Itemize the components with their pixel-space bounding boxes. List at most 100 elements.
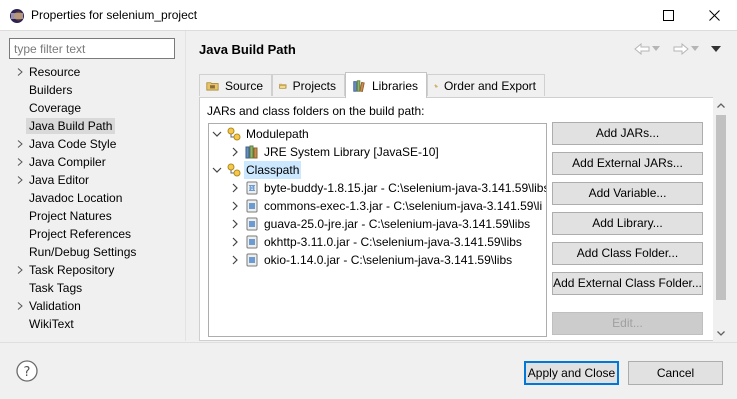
forward-button[interactable]: [673, 41, 689, 57]
filter-input[interactable]: [9, 38, 175, 59]
apply-and-close-button[interactable]: Apply and Close: [524, 361, 619, 385]
tree-node-label: okhttp-3.11.0.jar - C:\selenium-java-3.1…: [264, 235, 522, 249]
jar-icon: [246, 217, 258, 231]
chevron-right-icon[interactable]: [17, 140, 23, 148]
tree-node-label: JRE System Library [JavaSE-10]: [264, 145, 439, 159]
jar-icon: [246, 253, 258, 267]
tree-node-classpath[interactable]: Classpath: [212, 161, 302, 179]
tab-libraries[interactable]: Libraries: [345, 72, 427, 98]
nav-item-task-repository[interactable]: Task Repository: [9, 261, 185, 279]
tree-node-jar[interactable]: okhttp-3.11.0.jar - C:\selenium-java-3.1…: [230, 233, 522, 251]
chevron-down-icon: [691, 46, 699, 51]
nav-item-label: Builders: [29, 83, 73, 97]
jar-icon: [246, 199, 258, 213]
cancel-button[interactable]: Cancel: [628, 361, 723, 385]
chevron-right-icon[interactable]: [230, 183, 240, 193]
libraries-icon: [353, 79, 365, 92]
edit-button[interactable]: Edit...: [552, 312, 703, 335]
forward-history-dropdown[interactable]: [691, 41, 699, 57]
nav-item-label: Project References: [29, 227, 132, 241]
tab-label: Source: [224, 78, 263, 93]
nav-item-builders[interactable]: Builders: [9, 81, 185, 99]
chevron-right-icon[interactable]: [17, 176, 23, 184]
sash-divider[interactable]: [185, 31, 186, 341]
nav-item-label: Resource: [29, 65, 81, 79]
nav-item-coverage[interactable]: Coverage: [9, 99, 185, 117]
nav-item-resource[interactable]: Resource: [9, 63, 185, 81]
chevron-down-icon: [652, 46, 660, 51]
nav-item-task-tags[interactable]: Task Tags: [9, 279, 185, 297]
nav-item-javadoc-location[interactable]: Javadoc Location: [9, 189, 185, 207]
chevron-right-icon[interactable]: [230, 219, 240, 229]
nav-item-project-natures[interactable]: Project Natures: [9, 207, 185, 225]
nav-item-label: Java Editor: [29, 173, 90, 187]
chevron-right-icon[interactable]: [17, 266, 23, 274]
classpath-icon: [227, 163, 241, 177]
nav-item-label: Task Repository: [29, 263, 115, 277]
nav-item-label: Project Natures: [29, 209, 112, 223]
vertical-scrollbar[interactable]: [713, 97, 729, 341]
help-icon[interactable]: ?: [16, 360, 38, 382]
modulepath-icon: [227, 127, 241, 141]
add-class-folder-button[interactable]: Add Class Folder...: [552, 242, 703, 265]
tree-node-label: byte-buddy-1.8.15.jar - C:\selenium-java…: [264, 181, 547, 195]
add-jars-button[interactable]: Add JARs...: [552, 122, 703, 145]
close-window-button[interactable]: [691, 0, 737, 31]
nav-item-label: Javadoc Location: [29, 191, 123, 205]
add-external-class-folder-button[interactable]: Add External Class Folder...: [552, 272, 703, 295]
add-variable-button[interactable]: Add Variable...: [552, 182, 703, 205]
nav-item-run-debug-settings[interactable]: Run/Debug Settings: [9, 243, 185, 261]
scroll-thumb[interactable]: [716, 115, 726, 300]
chevron-right-icon[interactable]: [230, 237, 240, 247]
libraries-caption: JARs and class folders on the build path…: [207, 104, 425, 118]
chevron-right-icon[interactable]: [17, 302, 23, 310]
chevron-right-icon[interactable]: [230, 147, 240, 157]
add-library-button[interactable]: Add Library...: [552, 212, 703, 235]
dialog-button-bar: ? Apply and Close Cancel: [0, 342, 737, 399]
nav-item-project-references[interactable]: Project References: [9, 225, 185, 243]
nav-item-label: Java Build Path: [26, 118, 116, 134]
nav-item-java-compiler[interactable]: Java Compiler: [9, 153, 185, 171]
tree-node-jar[interactable]: guava-25.0-jre.jar - C:\selenium-java-3.…: [230, 215, 530, 233]
add-external-jars-button[interactable]: Add External JARs...: [552, 152, 703, 175]
nav-item-label: Java Compiler: [29, 155, 106, 169]
chevron-right-icon[interactable]: [17, 158, 23, 166]
tree-node-jar[interactable]: commons-exec-1.3.jar - C:\selenium-java-…: [230, 197, 542, 215]
tab-order-and-export[interactable]: Order and Export: [427, 74, 545, 96]
jar-icon: 010: [246, 181, 258, 195]
svg-text:?: ?: [24, 365, 31, 380]
chevron-up-icon: [717, 102, 725, 108]
chevron-down-icon[interactable]: [212, 129, 222, 139]
nav-item-wikitext[interactable]: WikiText: [9, 315, 185, 333]
nav-item-java-code-style[interactable]: Java Code Style: [9, 135, 185, 153]
build-path-tree[interactable]: Modulepath JRE System Library [JavaSE-10…: [208, 123, 547, 337]
tree-node-label: Modulepath: [246, 127, 309, 141]
nav-item-java-build-path[interactable]: Java Build Path: [9, 117, 185, 135]
jar-icon: [246, 235, 258, 249]
nav-item-label: Validation: [29, 299, 81, 313]
chevron-right-icon[interactable]: [230, 201, 240, 211]
scroll-down-button[interactable]: [713, 325, 729, 341]
chevron-right-icon[interactable]: [230, 255, 240, 265]
tree-node-jar[interactable]: 010 byte-buddy-1.8.15.jar - C:\selenium-…: [230, 179, 547, 197]
back-button[interactable]: [634, 41, 650, 57]
tree-node-jre-system-library[interactable]: JRE System Library [JavaSE-10]: [230, 143, 439, 161]
tab-source[interactable]: Source: [199, 74, 272, 96]
nav-item-java-editor[interactable]: Java Editor: [9, 171, 185, 189]
tab-projects[interactable]: Projects: [272, 74, 345, 96]
maximize-icon: [662, 10, 674, 21]
nav-item-label: Task Tags: [29, 281, 83, 295]
tree-node-jar[interactable]: okio-1.14.0.jar - C:\selenium-java-3.141…: [230, 251, 512, 269]
nav-item-label: Run/Debug Settings: [29, 245, 137, 259]
back-history-dropdown[interactable]: [652, 41, 660, 57]
view-menu-button[interactable]: [711, 41, 721, 57]
scroll-up-button[interactable]: [713, 97, 729, 113]
tab-label: Order and Export: [443, 78, 536, 93]
maximize-button[interactable]: [645, 0, 691, 31]
chevron-down-icon[interactable]: [212, 165, 222, 175]
tree-node-modulepath[interactable]: Modulepath: [212, 125, 309, 143]
library-icon: [245, 145, 258, 159]
property-page-tree: Resource Builders Coverage Java Build Pa…: [9, 63, 185, 333]
chevron-right-icon[interactable]: [17, 68, 23, 76]
nav-item-validation[interactable]: Validation: [9, 297, 185, 315]
